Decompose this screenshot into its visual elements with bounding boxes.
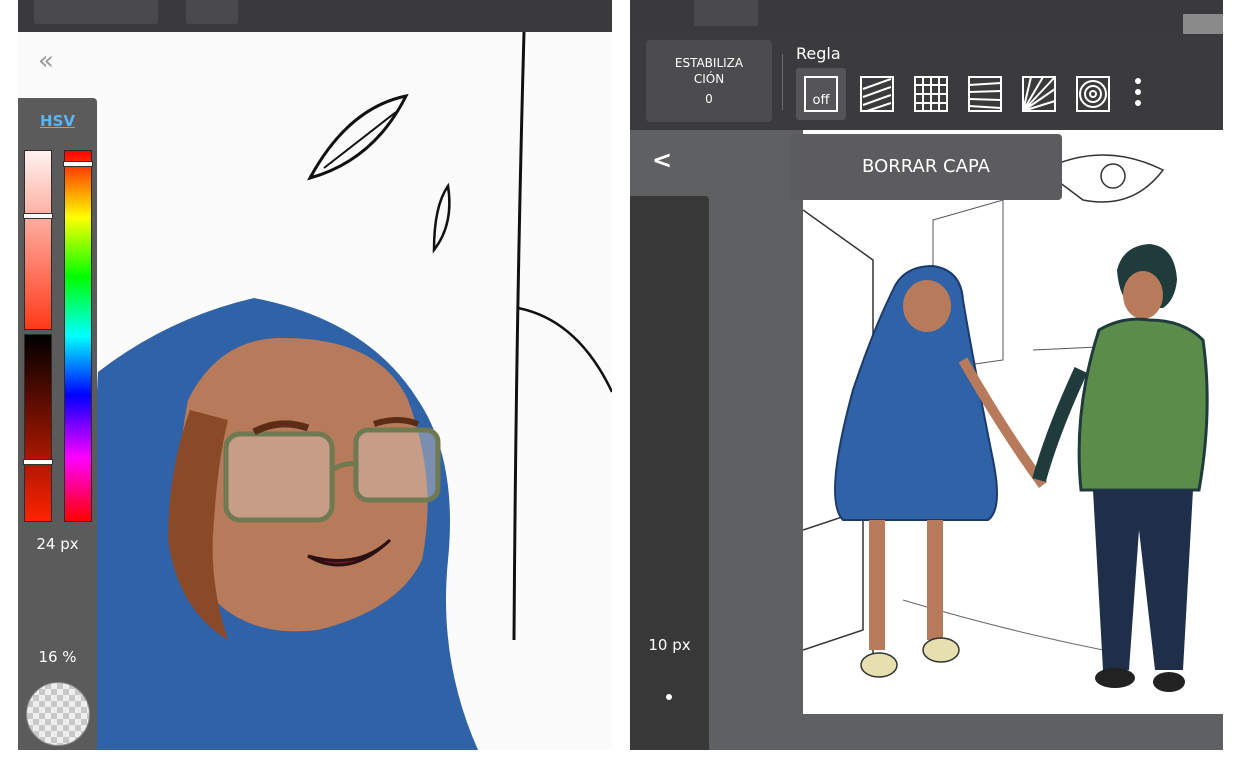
drawing-canvas[interactable] bbox=[803, 130, 1223, 714]
ruler-toolbar: ESTABILIZA CIÓN 0 Regla off bbox=[630, 34, 1223, 130]
parallel-lines-icon bbox=[860, 76, 894, 112]
artwork bbox=[803, 154, 1209, 692]
ruler-vanishing-button[interactable] bbox=[1014, 68, 1064, 120]
ruler-label: Regla bbox=[796, 44, 841, 63]
perspective-lines-icon bbox=[968, 76, 1002, 112]
drawing-canvas[interactable] bbox=[18, 0, 612, 750]
brush-size-label: 24 px bbox=[36, 535, 79, 553]
saturation-handle[interactable] bbox=[23, 213, 53, 219]
ruler-grid-button[interactable] bbox=[906, 68, 956, 120]
opacity-swatch[interactable] bbox=[26, 682, 90, 746]
stabilization-label: CIÓN bbox=[693, 72, 725, 86]
hue-slider[interactable] bbox=[63, 150, 93, 522]
back-arrow-icon[interactable]: < bbox=[652, 146, 672, 174]
stabilization-button[interactable]: ESTABILIZA CIÓN 0 bbox=[646, 40, 772, 122]
opacity-label: 16 % bbox=[38, 648, 77, 666]
brightness-slider[interactable] bbox=[23, 334, 53, 522]
leaf-sketch bbox=[306, 93, 409, 181]
toolbar-tab[interactable] bbox=[694, 0, 758, 26]
erase-layer-button[interactable]: BORRAR CAPA bbox=[790, 134, 1062, 200]
ruler-concentric-button[interactable] bbox=[1068, 68, 1118, 120]
leaf-sketch bbox=[432, 182, 451, 254]
ruler-off-button[interactable]: off bbox=[796, 68, 846, 120]
top-strip bbox=[630, 0, 1223, 34]
divider bbox=[782, 54, 783, 110]
ruler-perspective-button[interactable] bbox=[960, 68, 1010, 120]
hsv-mode-link[interactable]: HSV bbox=[18, 112, 97, 130]
brightness-handle[interactable] bbox=[23, 459, 53, 465]
brush-size-label: 10 px bbox=[648, 636, 691, 654]
stabilization-value: 0 bbox=[705, 92, 713, 106]
glasses-lens bbox=[223, 431, 335, 523]
side-toolbar: 10 px bbox=[630, 196, 709, 750]
vanishing-point-icon bbox=[1022, 76, 1056, 112]
left-screenshot: « HSV 24 px 16 % bbox=[18, 0, 612, 750]
more-options-icon[interactable] bbox=[1134, 78, 1142, 111]
ruler-off-text: off bbox=[813, 93, 831, 108]
sketch-line bbox=[517, 306, 612, 393]
stabilization-label: ESTABILIZA bbox=[674, 56, 744, 70]
glasses-lens bbox=[353, 427, 441, 503]
brush-size-dot[interactable] bbox=[666, 694, 672, 700]
off-icon: off bbox=[804, 76, 838, 112]
collapse-left-icon[interactable]: « bbox=[38, 48, 54, 74]
saturation-slider[interactable] bbox=[23, 150, 53, 330]
sketch-line bbox=[512, 31, 526, 641]
concentric-circles-icon bbox=[1076, 76, 1110, 112]
scrollbar[interactable] bbox=[1183, 14, 1223, 34]
color-picker-panel: HSV 24 px 16 % bbox=[18, 98, 97, 750]
right-screenshot: ESTABILIZA CIÓN 0 Regla off < 10 px BORR… bbox=[630, 0, 1223, 750]
ruler-parallel-button[interactable] bbox=[852, 68, 902, 120]
grid-icon bbox=[914, 76, 948, 112]
hue-handle[interactable] bbox=[63, 161, 93, 167]
